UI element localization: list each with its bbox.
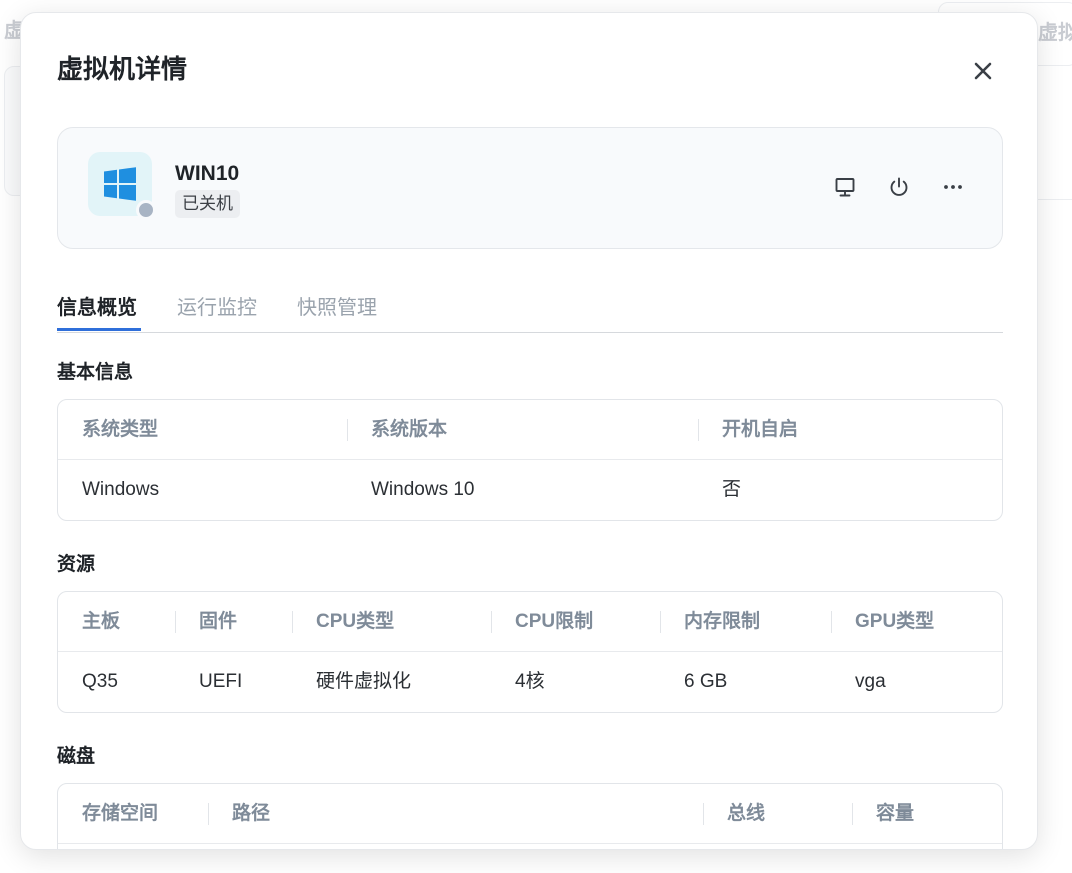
vm-summary-card: WIN10 已关机 (57, 127, 1003, 249)
table-row: Q35 UEFI 硬件虚拟化 4核 6 GB vga (58, 652, 1002, 712)
basic-info-table: 系统类型 系统版本 开机自启 Windows Windows 10 否 (57, 399, 1003, 521)
table-cell: Windows (82, 479, 160, 500)
vm-status-dot (136, 200, 156, 220)
vm-name: WIN10 (175, 162, 240, 185)
column-divider (208, 803, 209, 825)
table-cell: 否 (722, 479, 742, 500)
column-header: CPU限制 (515, 611, 594, 632)
column-divider (852, 803, 853, 825)
column-header: 存储空间 (82, 803, 159, 824)
section-title-disks: 磁盘 (57, 746, 96, 767)
close-button[interactable] (965, 53, 1001, 89)
table-cell: 6 GB (684, 671, 728, 692)
column-header: 主板 (82, 611, 121, 632)
column-header: 内存限制 (684, 611, 761, 632)
section-title-basic: 基本信息 (57, 362, 134, 383)
detail-tabs: 信息概览 运行监控 快照管理 (57, 287, 1003, 333)
column-header: 总线 (727, 803, 766, 824)
modal-title: 虚拟机详情 (57, 54, 188, 84)
table-cell: vga (855, 671, 886, 692)
monitor-icon (835, 178, 855, 197)
table-cell: Q35 (82, 671, 118, 692)
column-header: 路径 (232, 803, 271, 824)
table-cell: 4核 (515, 671, 545, 692)
tab-snapshots[interactable]: 快照管理 (297, 293, 377, 323)
more-button[interactable] (938, 172, 968, 202)
column-header: 容量 (876, 803, 915, 824)
tab-overview[interactable]: 信息概览 (57, 293, 137, 323)
table-row: Windows Windows 10 否 (58, 460, 1002, 520)
vm-actions (830, 172, 968, 202)
table-cell: Windows 10 (371, 479, 475, 500)
disks-table: 存储空间 路径 总线 容量 (57, 783, 1003, 849)
active-tab-indicator (57, 328, 141, 331)
background-title-right: 虚拟 (1038, 22, 1072, 44)
table-header-row: 存储空间 路径 总线 容量 (58, 784, 1002, 844)
column-header: GPU类型 (855, 611, 935, 632)
column-divider (292, 611, 293, 633)
column-divider (175, 611, 176, 633)
section-title-resources: 资源 (57, 554, 96, 575)
column-header: 固件 (199, 611, 238, 632)
table-header-row: 主板 固件 CPU类型 CPU限制 内存限制 GPU类型 (58, 592, 1002, 652)
column-divider (347, 419, 348, 441)
table-cell: 硬件虚拟化 (316, 671, 412, 692)
more-icon (944, 185, 962, 189)
column-divider (491, 611, 492, 633)
column-header: 系统版本 (371, 419, 448, 440)
power-button[interactable] (884, 172, 914, 202)
column-header: CPU类型 (316, 611, 395, 632)
vm-state-badge: 已关机 (175, 190, 240, 218)
console-button[interactable] (830, 172, 860, 202)
column-divider (831, 611, 832, 633)
column-divider (698, 419, 699, 441)
column-divider (703, 803, 704, 825)
background-card-right (1036, 66, 1072, 200)
column-header: 系统类型 (82, 419, 159, 440)
close-icon (974, 62, 992, 80)
resources-table: 主板 固件 CPU类型 CPU限制 内存限制 GPU类型 Q35 UEFI 硬件… (57, 591, 1003, 713)
table-header-row: 系统类型 系统版本 开机自启 (58, 400, 1002, 460)
tab-monitoring[interactable]: 运行监控 (177, 293, 257, 323)
column-header: 开机自启 (722, 419, 799, 440)
table-cell: UEFI (199, 671, 243, 692)
column-divider (660, 611, 661, 633)
power-icon (890, 177, 908, 196)
vm-details-modal: 虚拟机详情 WIN10 已关机 信息概览 运行监控 快照管理 基本信息 系统类型… (20, 12, 1038, 850)
